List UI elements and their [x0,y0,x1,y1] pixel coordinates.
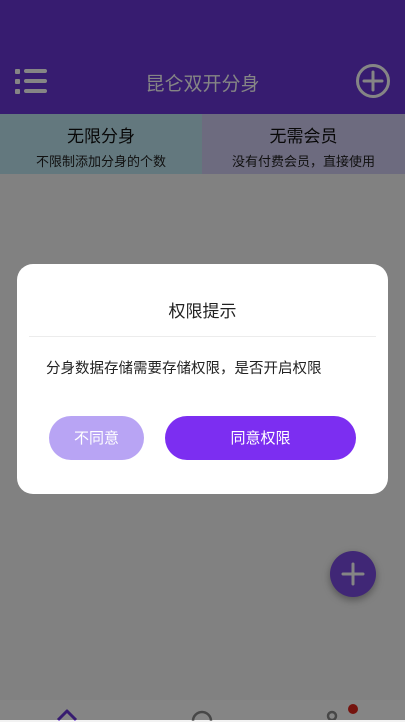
permission-dialog: 权限提示 分身数据存储需要存储权限，是否开启权限 不同意 同意权限 [17,264,388,494]
dialog-title: 权限提示 [168,302,237,322]
agree-button[interactable]: 同意权限 [165,416,356,460]
decline-button[interactable]: 不同意 [49,416,144,460]
dialog-message: 分身数据存储需要存储权限，是否开启权限 [46,361,322,377]
dialog-divider [29,336,376,337]
